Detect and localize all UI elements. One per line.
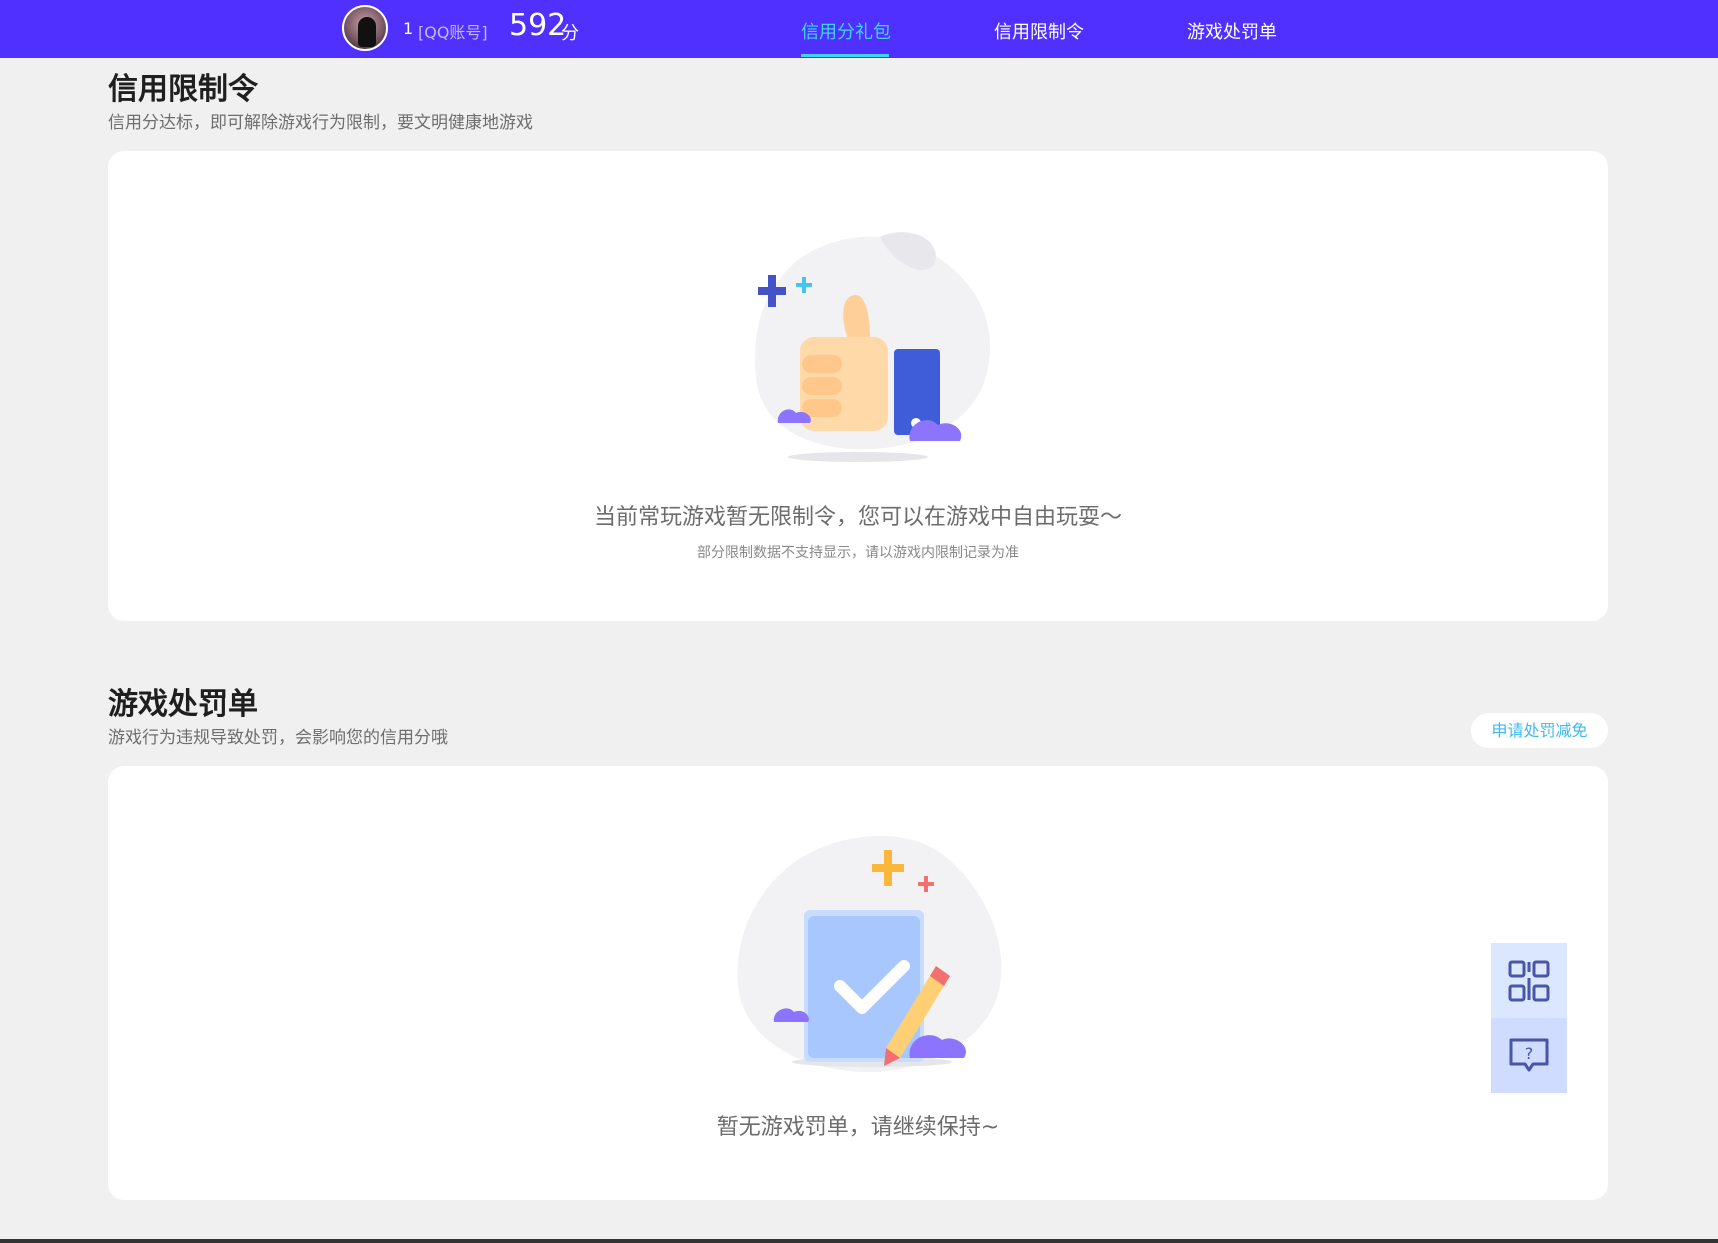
user-id: 1 [403, 19, 414, 38]
penalty-section-title: 游戏处罚单 [108, 687, 258, 722]
penalty-empty-text: 暂无游戏罚单，请继续保持~ [716, 1115, 1000, 1140]
tab-credit-restriction[interactable]: 信用限制令 [994, 18, 1084, 44]
thumbs-up-illustration [755, 232, 991, 462]
active-tab-underline [801, 54, 889, 57]
restriction-card: 当前常玩游戏暂无限制令，您可以在游戏中自由玩耍～ 部分限制数据不支持显示，请以游… [108, 151, 1608, 621]
bottom-border [0, 1239, 1718, 1243]
help-feedback-button[interactable]: ? [1491, 1018, 1567, 1093]
qr-code-button[interactable] [1491, 943, 1567, 1018]
user-avatar[interactable] [342, 5, 388, 51]
qr-code-icon [1508, 960, 1550, 1001]
top-nav-bar: 1 [QQ账号] 592 分 信用分礼包 信用限制令 游戏处罚单 [0, 0, 1718, 58]
tab-credit-gift[interactable]: 信用分礼包 [801, 18, 891, 44]
apply-penalty-reduction-button[interactable]: 申请处罚减免 [1471, 713, 1608, 748]
side-toolbar: ? [1491, 943, 1567, 1093]
penalty-section-subtitle: 游戏行为违规导致处罚，会影响您的信用分哦 [108, 728, 448, 748]
credit-score-unit: 分 [561, 23, 579, 44]
penalty-card: 暂无游戏罚单，请继续保持~ [108, 766, 1608, 1200]
restriction-section-title: 信用限制令 [108, 72, 258, 107]
clipboard-check-illustration [737, 835, 1002, 1073]
credit-score-value: 592 [509, 8, 567, 43]
restriction-empty-note: 部分限制数据不支持显示，请以游戏内限制记录为准 [697, 545, 1019, 561]
restriction-section-subtitle: 信用分达标，即可解除游戏行为限制，要文明健康地游戏 [108, 113, 533, 133]
tab-game-penalty[interactable]: 游戏处罚单 [1187, 18, 1277, 44]
svg-text:?: ? [1525, 1044, 1534, 1063]
account-type-label: [QQ账号] [418, 23, 488, 42]
restriction-empty-text: 当前常玩游戏暂无限制令，您可以在游戏中自由玩耍～ [593, 505, 1122, 530]
help-chat-icon: ? [1509, 1038, 1549, 1071]
